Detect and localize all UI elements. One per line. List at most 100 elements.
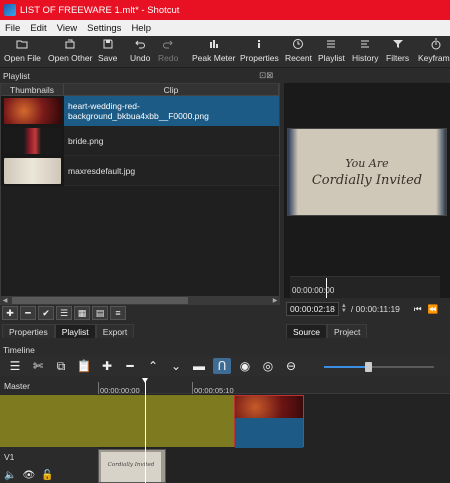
scrollbar-thumb[interactable]	[12, 297, 188, 304]
shotcut-app-icon	[4, 4, 16, 16]
split-icon[interactable]: ▬	[190, 358, 208, 374]
tab-playlist[interactable]: Playlist	[54, 324, 96, 338]
tab-source[interactable]: Source	[286, 324, 327, 338]
dock-float-close-icon[interactable]: ⊡⊠	[259, 70, 273, 81]
ripple-icon[interactable]: ◎	[259, 358, 277, 374]
menu-edit[interactable]: Edit	[25, 23, 51, 34]
lift-icon[interactable]: ⌃	[144, 358, 162, 374]
peak-meter-button[interactable]: Peak Meter	[192, 38, 235, 66]
menu-settings[interactable]: Settings	[82, 23, 126, 34]
hide-eye-icon[interactable]: 👁	[22, 470, 35, 481]
properties-button[interactable]: Properties	[240, 38, 279, 66]
frame-text-line1: You Are	[345, 157, 389, 170]
playlist-button[interactable]: Playlist	[318, 38, 345, 66]
lock-icon[interactable]: 🔓	[41, 470, 53, 481]
timeline-clip-heart-wedding[interactable]	[234, 395, 304, 448]
filter-icon	[392, 40, 403, 48]
skip-previous-icon[interactable]: ⏮	[414, 304, 422, 315]
thumbnails-column-header[interactable]: Thumbnails	[1, 84, 64, 95]
playlist-row[interactable]: maxresdefault.jpg	[1, 155, 279, 186]
cut-icon[interactable]: ✄	[29, 358, 47, 374]
copy-icon[interactable]: ⧉	[52, 358, 70, 374]
playlist-clip-name: heart-wedding-red-background_bkbua4xbb__…	[64, 95, 279, 126]
tab-properties[interactable]: Properties	[2, 324, 55, 338]
open-other-icon	[65, 39, 75, 49]
tab-export[interactable]: Export	[95, 324, 135, 338]
keyframes-button[interactable]: Keyframe	[418, 38, 450, 66]
timeline-clip-v1[interactable]: Cordially Invited	[98, 449, 166, 483]
append-icon[interactable]: ✚	[98, 358, 116, 374]
thumbnail-bride	[4, 127, 61, 154]
rewind-icon[interactable]: ⏪	[428, 304, 439, 315]
tab-project[interactable]: Project	[326, 324, 368, 338]
open-other-button[interactable]: Open Other	[48, 38, 92, 66]
save-icon	[103, 39, 113, 49]
master-track-label: Master	[4, 381, 30, 391]
master-track-fill	[0, 395, 234, 447]
list-icon	[327, 40, 336, 48]
clip-column-header[interactable]: Clip	[64, 84, 279, 95]
playlist-menu-icon[interactable]: ≡	[110, 306, 126, 320]
redo-button[interactable]: Redo	[158, 38, 178, 66]
scrub-eye-icon[interactable]: ◉	[236, 358, 254, 374]
timecode-spinner-icon[interactable]: ▲ ▼	[341, 303, 347, 314]
undo-button[interactable]: Undo	[130, 38, 150, 66]
playlist-horizontal-scrollbar[interactable]: ◀ ▶	[0, 296, 280, 305]
open-file-button[interactable]: Open File	[4, 38, 41, 66]
thumbnail-heart-wedding	[4, 97, 61, 124]
viewer-ruler[interactable]: 00:00:00:00	[290, 276, 440, 298]
playlist-clip-name: bride.png	[68, 135, 104, 146]
viewer-ruler-time: 00:00:00:00	[292, 286, 335, 295]
window-titlebar: LIST OF FREEWARE 1.mlt* - Shotcut	[0, 0, 450, 20]
v1-track-controls: 🔈 👁 🔓	[4, 470, 60, 481]
menu-file[interactable]: File	[0, 23, 25, 34]
add-clip-icon[interactable]: ✚	[2, 306, 18, 320]
info-icon	[258, 40, 261, 48]
history-icon	[361, 40, 370, 48]
v1-clip-text: Cordially Invited	[107, 462, 155, 468]
menu-bar: File Edit View Settings Help	[0, 20, 450, 36]
clock-icon	[293, 39, 304, 49]
zoom-slider[interactable]	[324, 362, 434, 372]
history-button[interactable]: History	[352, 38, 378, 66]
list-view-icon[interactable]: ☰	[56, 306, 72, 320]
video-viewer[interactable]: You Are Cordially Invited	[284, 83, 450, 298]
paste-icon[interactable]: 📋	[75, 358, 93, 374]
ruler-tick-label: 00:00:00:00	[100, 386, 140, 395]
recent-button[interactable]: Recent	[285, 38, 312, 66]
menu-help[interactable]: Help	[126, 23, 156, 34]
ruler-tick-label: 00:00:05:10	[194, 386, 234, 395]
tiles-view-icon[interactable]: ▤	[92, 306, 108, 320]
scroll-right-icon[interactable]: ▶	[270, 296, 280, 305]
playlist-row[interactable]: bride.png	[1, 125, 279, 156]
remove-icon[interactable]: ━	[121, 358, 139, 374]
playlist-row[interactable]: heart-wedding-red-background_bkbua4xbb__…	[1, 95, 279, 126]
overwrite-icon[interactable]: ⌄	[167, 358, 185, 374]
menu-view[interactable]: View	[52, 23, 82, 34]
playlist-clip-name: maxresdefault.jpg	[68, 165, 136, 176]
timecode-bar: 00:00:02:18 ▲ ▼ / 00:00:11:19 ⏮ ⏪	[286, 302, 450, 316]
playlist-toolbar: ✚ ━ ✔ ☰ ▦ ▤ ≡	[0, 306, 280, 322]
main-toolbar: Open File Open Other Save Undo Redo Peak…	[0, 36, 450, 68]
mute-speaker-icon[interactable]: 🔈	[4, 470, 16, 481]
snap-magnet-icon[interactable]: Ո	[213, 358, 231, 374]
grid-view-icon[interactable]: ▦	[74, 306, 90, 320]
folder-icon	[16, 40, 28, 49]
playlist-dock-title: Playlist	[3, 71, 30, 81]
playlist-panel: Thumbnails Clip heart-wedding-red-backgr…	[0, 83, 280, 297]
meter-icon	[209, 40, 218, 48]
update-check-icon[interactable]: ✔	[38, 306, 54, 320]
undo-icon	[135, 40, 146, 49]
filters-button[interactable]: Filters	[386, 38, 409, 66]
current-timecode-field[interactable]: 00:00:02:18	[286, 302, 339, 316]
timeline-menu-icon[interactable]: ☰	[6, 358, 24, 374]
zoom-out-icon[interactable]: ⊖	[282, 358, 300, 374]
remove-clip-icon[interactable]: ━	[20, 306, 36, 320]
timeline-ruler[interactable]: 00:00:00:00 00:00:05:10	[98, 378, 450, 395]
timeline-playhead[interactable]	[142, 378, 148, 483]
scroll-left-icon[interactable]: ◀	[0, 296, 10, 305]
zoom-slider-knob[interactable]	[365, 362, 372, 372]
playlist-header: Thumbnails Clip	[1, 84, 279, 96]
frame-text-line2: Cordially Invited	[311, 173, 423, 188]
save-button[interactable]: Save	[98, 38, 117, 66]
